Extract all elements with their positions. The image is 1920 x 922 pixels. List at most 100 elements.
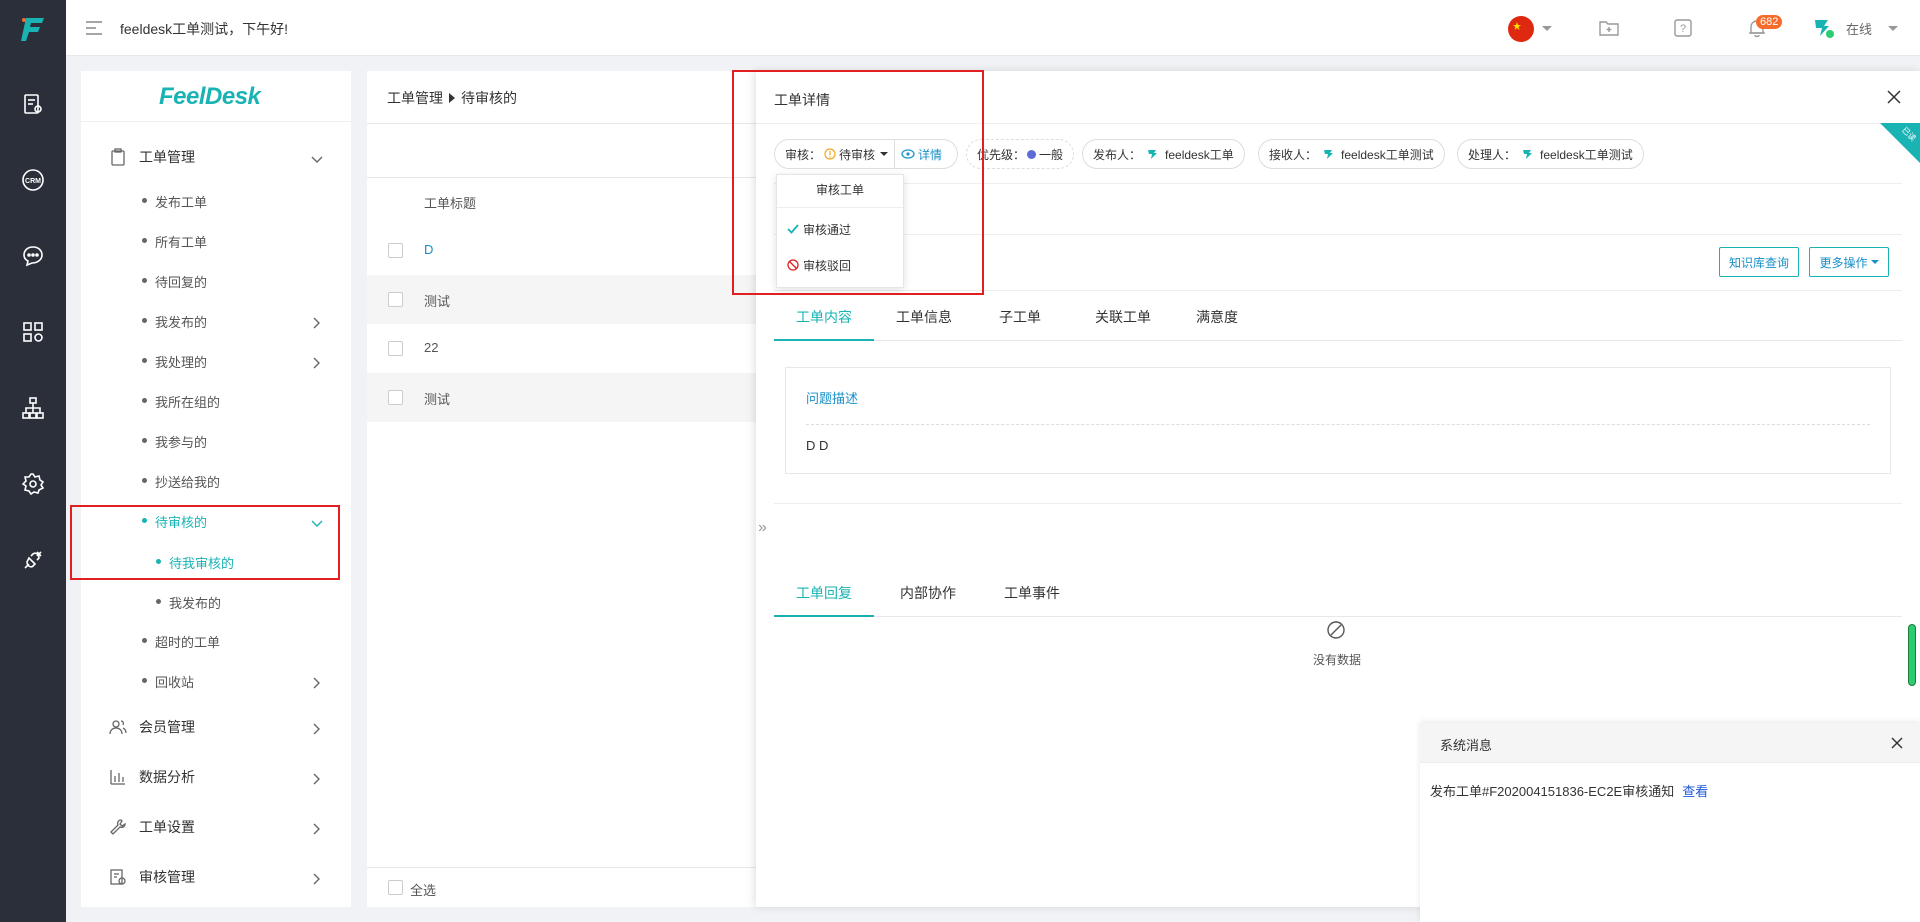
approve-option[interactable]: 审核通过: [803, 221, 851, 238]
handler-label: 处理人：: [1468, 147, 1517, 162]
knowledge-base-button[interactable]: 知识库查询: [1719, 247, 1799, 277]
more-actions-button[interactable]: 更多操作: [1809, 247, 1889, 277]
language-caret-icon[interactable]: [1542, 26, 1552, 31]
tab-satisfaction[interactable]: 满意度: [1196, 307, 1238, 327]
reject-option[interactable]: 审核驳回: [803, 257, 851, 274]
sidebar-item-my-handled[interactable]: 我处理的: [81, 343, 351, 379]
menu-audit-management[interactable]: 审核管理: [81, 857, 351, 897]
feeldesk-user-icon: [1148, 150, 1158, 159]
sidebar-item-overdue[interactable]: 超时的工单: [81, 623, 351, 659]
row-checkbox[interactable]: [388, 243, 403, 258]
bullet: [142, 278, 147, 283]
content-tabs: 工单内容 工单信息 子工单 关联工单 满意度: [774, 291, 1902, 341]
menu-member-management[interactable]: 会员管理: [81, 707, 351, 747]
table-row[interactable]: 测试: [367, 373, 757, 422]
tab-ticket-content[interactable]: 工单内容: [796, 307, 852, 327]
user-avatar[interactable]: [1812, 16, 1836, 40]
menu-ticket-settings[interactable]: 工单设置: [81, 807, 351, 847]
china-flag-icon[interactable]: [1508, 16, 1534, 42]
receiver-tag[interactable]: 接收人： feeldesk工单测试: [1258, 139, 1445, 169]
table-row[interactable]: 测试: [367, 275, 757, 324]
handler-tag[interactable]: 处理人： feeldesk工单测试: [1457, 139, 1644, 169]
row-title[interactable]: 测试: [424, 389, 450, 408]
users-icon: [109, 718, 127, 736]
table-row[interactable]: 22: [367, 324, 757, 373]
bullet: [142, 238, 147, 243]
tab-ticket-events[interactable]: 工单事件: [1004, 583, 1060, 603]
select-all-label[interactable]: 全选: [410, 880, 436, 899]
expand-panel-icon[interactable]: »: [758, 519, 767, 537]
row-title[interactable]: 测试: [424, 291, 450, 310]
chevron-right-icon: [311, 872, 321, 885]
sidebar-item-label: 发布工单: [155, 195, 208, 210]
audit-dropdown-caret-icon[interactable]: [880, 152, 889, 156]
sidebar: FeelDesk 工单管理 发布工单 所有工单 待回复的 我发布的 我处理的 我…: [81, 71, 351, 907]
menu-data-analysis[interactable]: 数据分析: [81, 757, 351, 797]
feeldesk-user-icon: [1324, 150, 1334, 159]
column-header-title[interactable]: 工单标题: [424, 193, 476, 212]
sidebar-item-recycle-bin[interactable]: 回收站: [81, 663, 351, 699]
divider: [774, 234, 1902, 235]
apps-grid-icon[interactable]: [19, 318, 47, 346]
publisher-label: 发布人：: [1093, 147, 1142, 162]
detail-link[interactable]: 详情: [918, 146, 942, 163]
menu-toggle-icon[interactable]: [84, 18, 104, 38]
sidebar-item-audit-my-published[interactable]: 我发布的: [81, 584, 351, 620]
top-bar: feeldesk工单测试，下午好! ? 682 在线: [66, 0, 1920, 56]
audit-status-tag[interactable]: 审核： 待审核 详情: [774, 139, 958, 169]
settings-gear-icon[interactable]: [19, 470, 47, 498]
tab-ticket-reply[interactable]: 工单回复: [796, 583, 852, 603]
divider: [894, 140, 896, 168]
sidebar-item-label: 我所在组的: [155, 395, 221, 410]
notification-badge: 682: [1756, 15, 1783, 29]
sidebar-item-pending-reply[interactable]: 待回复的: [81, 263, 351, 299]
bullet: [142, 358, 147, 363]
sidebar-item-publish[interactable]: 发布工单: [81, 183, 351, 219]
row-title[interactable]: 22: [424, 340, 438, 355]
tab-sub-tickets[interactable]: 子工单: [999, 307, 1041, 327]
select-all-checkbox[interactable]: [388, 880, 403, 895]
message-text: 发布工单#F202004151836-EC2E审核通知: [1430, 784, 1675, 799]
new-folder-icon[interactable]: [1598, 17, 1620, 39]
ticket-doc-icon[interactable]: [19, 90, 47, 118]
status-caret-icon[interactable]: [1888, 26, 1898, 31]
table-row[interactable]: D: [367, 226, 757, 275]
view-link[interactable]: 查看: [1682, 784, 1708, 799]
close-icon[interactable]: [1886, 89, 1902, 105]
publisher-tag[interactable]: 发布人： feeldesk工单: [1082, 139, 1245, 169]
sidebar-item-cc-me[interactable]: 抄送给我的: [81, 463, 351, 499]
chat-icon[interactable]: [19, 242, 47, 270]
row-checkbox[interactable]: [388, 292, 403, 307]
breadcrumb-current: 待审核的: [461, 90, 517, 106]
crm-icon[interactable]: CRM: [19, 166, 47, 194]
sidebar-item-my-group[interactable]: 我所在组的: [81, 383, 351, 419]
question-panel: 问题描述 D D: [785, 367, 1891, 474]
sidebar-item-label: 回收站: [155, 675, 195, 690]
plugin-icon[interactable]: [19, 546, 47, 574]
sidebar-item-awaiting-my-audit[interactable]: 待我审核的: [81, 544, 351, 580]
app-logo-icon[interactable]: [16, 12, 50, 46]
row-checkbox[interactable]: [388, 390, 403, 405]
bullet: [142, 478, 147, 483]
online-status[interactable]: 在线: [1846, 19, 1872, 38]
tab-internal-collab[interactable]: 内部协作: [900, 583, 956, 603]
breadcrumb-root[interactable]: 工单管理: [387, 90, 443, 106]
menu-ticket-management[interactable]: 工单管理: [81, 137, 351, 177]
sidebar-item-all[interactable]: 所有工单: [81, 223, 351, 259]
sidebar-item-my-published[interactable]: 我发布的: [81, 303, 351, 339]
row-title[interactable]: D: [424, 242, 433, 257]
more-actions-label: 更多操作: [1819, 255, 1868, 270]
priority-tag[interactable]: 优先级： 一般: [966, 139, 1075, 169]
sidebar-item-participated[interactable]: 我参与的: [81, 423, 351, 459]
divider: [777, 207, 903, 208]
active-tab-indicator: [774, 339, 874, 341]
scrollbar-thumb[interactable]: [1908, 624, 1916, 686]
org-chart-icon[interactable]: [19, 394, 47, 422]
tab-related-tickets[interactable]: 关联工单: [1095, 307, 1151, 327]
tab-ticket-info[interactable]: 工单信息: [896, 307, 952, 327]
close-icon[interactable]: [1890, 736, 1904, 750]
sidebar-item-pending-audit[interactable]: 待审核的: [81, 503, 351, 539]
question-label: 问题描述: [806, 391, 859, 406]
help-icon[interactable]: ?: [1672, 17, 1694, 39]
row-checkbox[interactable]: [388, 341, 403, 356]
